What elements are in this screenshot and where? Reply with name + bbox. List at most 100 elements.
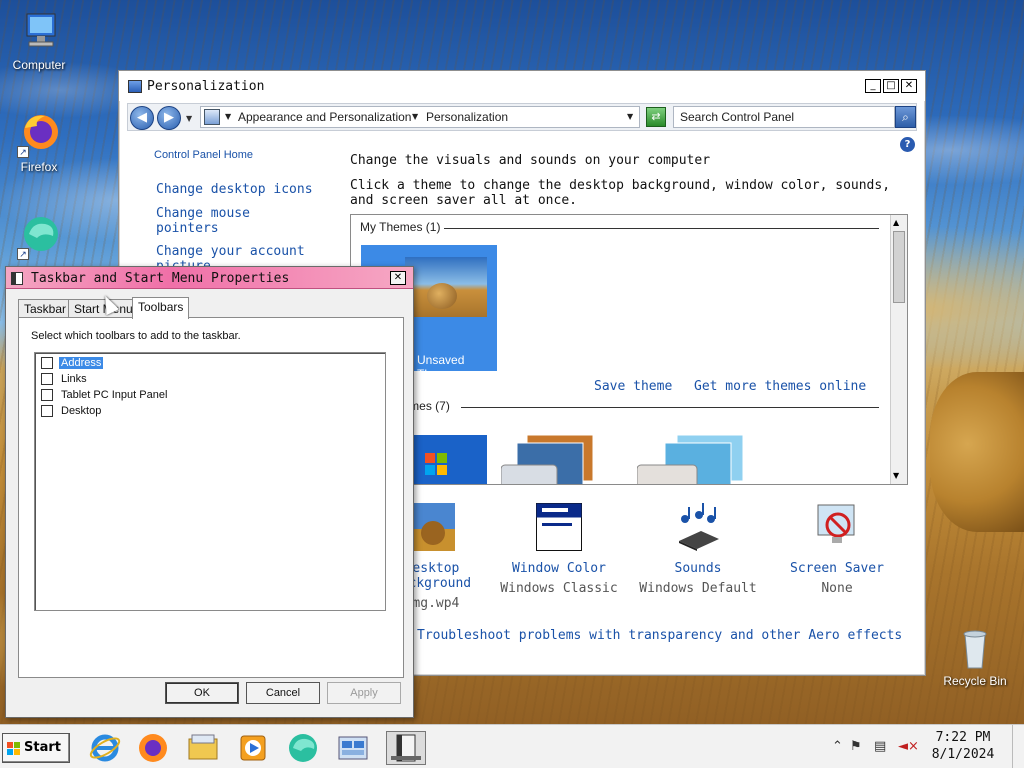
close-button[interactable]: ✕ <box>901 79 917 93</box>
minimize-button[interactable]: _ <box>865 79 881 93</box>
shortcut-arrow-icon: ↗ <box>17 248 29 260</box>
window-color-setting[interactable]: Window Color Windows Classic <box>499 503 619 596</box>
list-item-tablet-pc[interactable]: Tablet PC Input Panel <box>41 387 169 403</box>
refresh-button[interactable]: ⇄ <box>646 107 666 127</box>
list-item-label: Desktop <box>61 405 102 417</box>
sounds-icon <box>675 503 721 551</box>
toolbars-list[interactable]: Address Links Tablet PC Input Panel Desk… <box>34 352 386 611</box>
control-panel-home-link[interactable]: Control Panel Home <box>154 149 253 161</box>
search-input[interactable]: Search Control Panel <box>673 106 895 128</box>
control-panel-icon[interactable] <box>336 731 370 765</box>
address-bar[interactable]: ▼ Appearance and Personalization ▼ Perso… <box>200 106 640 128</box>
edge-icon[interactable] <box>286 731 320 765</box>
file-explorer-icon[interactable] <box>186 731 220 765</box>
chevron-down-icon[interactable]: ▼ <box>412 112 418 121</box>
back-button[interactable]: ◀ <box>130 106 154 130</box>
search-icon[interactable]: ⌕ <box>895 106 916 128</box>
breadcrumb-appearance[interactable]: Appearance and Personalization <box>238 110 411 124</box>
group-divider <box>461 407 879 408</box>
list-item-address[interactable]: Address <box>41 355 104 371</box>
clock-time[interactable]: 7:22 PM <box>930 730 996 745</box>
desktop-icon-recycle-bin[interactable]: Recycle Bin <box>937 624 1013 688</box>
volume-muted-icon[interactable]: ◄× <box>898 739 919 754</box>
clock-date[interactable]: 8/1/2024 <box>926 747 1000 762</box>
cancel-button[interactable]: Cancel <box>246 682 320 704</box>
help-icon[interactable]: ? <box>900 137 915 152</box>
address-dropdown-icon[interactable]: ▼ <box>627 112 633 121</box>
save-theme-link[interactable]: Save theme <box>594 379 672 394</box>
my-themes-label: My Themes (1) <box>360 220 445 234</box>
window-title: Personalization <box>147 79 265 94</box>
desktop-icon-label: Recycle Bin <box>943 674 1007 688</box>
screen-saver-value: None <box>821 581 853 596</box>
window-color-link[interactable]: Window Color <box>499 561 619 576</box>
firefox-icon[interactable] <box>136 731 170 765</box>
ok-button[interactable]: OK <box>165 682 239 704</box>
media-player-icon[interactable] <box>236 731 270 765</box>
address-checkbox[interactable] <box>41 357 53 369</box>
breadcrumb-personalization[interactable]: Personalization <box>426 110 508 124</box>
taskbar-properties-icon[interactable] <box>386 731 426 765</box>
sounds-setting[interactable]: Sounds Windows Default <box>638 503 758 596</box>
sounds-link[interactable]: Sounds <box>638 561 758 576</box>
show-hidden-icons-icon[interactable]: ⌃ <box>832 739 843 754</box>
tab-toolbars[interactable]: Toolbars <box>132 297 190 319</box>
list-item-label: Address <box>59 357 104 369</box>
close-button[interactable]: ✕ <box>390 271 406 285</box>
dialog-title-bar[interactable]: Taskbar and Start Menu Properties ✕ <box>6 267 413 289</box>
theme-name: Unsaved Theme <box>417 353 465 381</box>
links-checkbox[interactable] <box>41 373 53 385</box>
theme-thumbnail <box>405 257 487 317</box>
list-item-desktop[interactable]: Desktop <box>41 403 103 419</box>
control-panel-icon <box>204 109 220 125</box>
internet-explorer-icon[interactable] <box>88 731 122 765</box>
desktop-icon-computer[interactable]: Computer <box>1 8 77 72</box>
characters-theme-thumbnail[interactable] <box>636 434 744 484</box>
list-item-label: Tablet PC Input Panel <box>61 389 168 401</box>
toolbars-instructions: Select which toolbars to add to the task… <box>31 330 241 342</box>
start-label: Start <box>24 740 61 755</box>
screen-saver-link[interactable]: Screen Saver <box>777 561 897 576</box>
list-item-links[interactable]: Links <box>41 371 89 387</box>
chevron-down-icon[interactable]: ▼ <box>225 112 231 121</box>
control-panel-icon <box>128 80 142 93</box>
tab-taskbar[interactable]: Taskbar <box>18 299 73 318</box>
screen-saver-icon <box>814 503 860 551</box>
troubleshoot-aero-link[interactable]: Troubleshoot problems with transparency … <box>417 628 902 643</box>
maximize-button[interactable]: □ <box>883 79 899 93</box>
desktop-icon-label: Firefox <box>20 160 58 174</box>
action-center-flag-icon[interactable]: ⚑ <box>850 739 862 754</box>
group-divider <box>441 228 879 229</box>
forward-button[interactable]: ▶ <box>157 106 181 130</box>
start-button[interactable]: Start <box>2 733 70 763</box>
page-heading: Change the visuals and sounds on your co… <box>350 153 711 168</box>
change-desktop-icons-link[interactable]: Change desktop icons <box>156 182 313 197</box>
edge-icon: ↗ <box>15 212 63 260</box>
get-more-themes-link[interactable]: Get more themes online <box>694 379 866 394</box>
scroll-up-icon[interactable]: ▲ <box>893 218 899 227</box>
firefox-icon: ↗ <box>15 110 63 158</box>
desktop-icon-edge[interactable]: ↗ <box>1 212 77 262</box>
window-color-value: Windows Classic <box>500 581 618 596</box>
network-icon[interactable]: ▤ <box>874 739 886 754</box>
themes-list[interactable]: My Themes (1) Unsaved Theme Save theme G… <box>350 214 908 485</box>
wallpaper-hay-bale <box>930 372 1024 532</box>
architecture-theme-thumbnail[interactable] <box>500 434 594 484</box>
scroll-thumb[interactable] <box>893 231 905 303</box>
toolbars-tab-panel: Select which toolbars to add to the task… <box>18 317 404 678</box>
recent-pages-dropdown-icon[interactable]: ▼ <box>186 114 192 123</box>
scroll-down-icon[interactable]: ▼ <box>893 471 899 480</box>
title-bar[interactable]: Personalization _ □ ✕ <box>119 71 925 101</box>
screen-saver-setting[interactable]: Screen Saver None <box>777 503 897 596</box>
tablet-pc-checkbox[interactable] <box>41 389 53 401</box>
taskbar: Start ⌃ ⚑ ▤ ◄× 7:22 PM 8/1/2024 <box>0 724 1024 768</box>
windows-logo-icon <box>7 742 21 756</box>
show-desktop-button[interactable] <box>1012 725 1024 768</box>
recycle-bin-icon <box>951 624 999 672</box>
themes-scrollbar[interactable]: ▲ ▼ <box>890 215 907 484</box>
computer-icon <box>15 8 63 56</box>
desktop-icon-firefox[interactable]: ↗ Firefox <box>1 110 77 174</box>
desktop-checkbox[interactable] <box>41 405 53 417</box>
change-mouse-pointers-link[interactable]: Change mouse pointers <box>156 206 276 236</box>
apply-button[interactable]: Apply <box>327 682 401 704</box>
